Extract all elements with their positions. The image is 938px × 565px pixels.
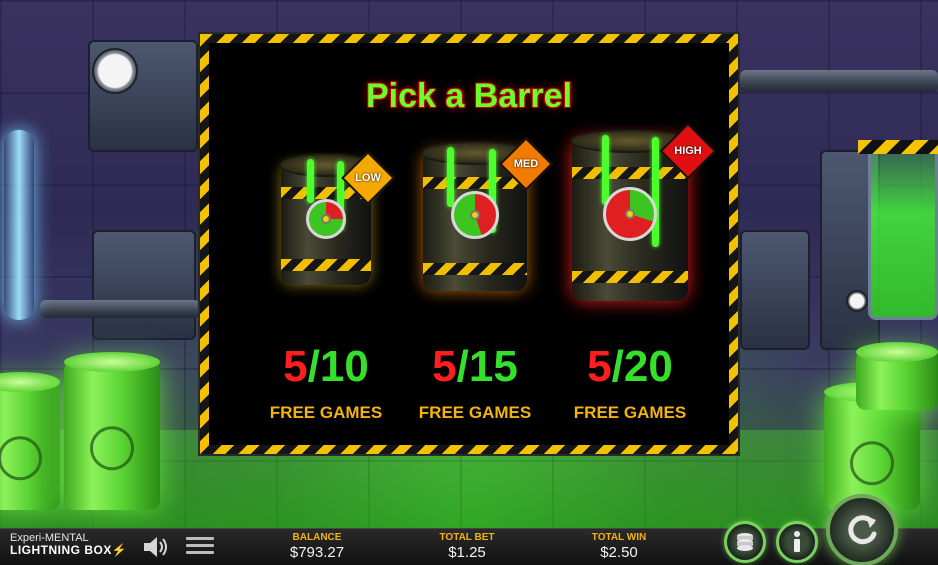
hazard-band xyxy=(572,167,688,179)
barrel-option-high[interactable]: HIGH 5/20 FREE GAMES xyxy=(545,122,717,422)
barrel-option-med[interactable]: MED 5/15 FREE GAMES xyxy=(390,137,560,422)
total-bet-value: $1.25 xyxy=(448,544,486,561)
risk-label: MED xyxy=(513,158,539,170)
pressure-gauge-icon xyxy=(92,48,138,94)
radiation-symbol-icon xyxy=(850,441,894,486)
game-logo: Experi-MENTAL LIGHTNING BOX⚡ xyxy=(10,532,127,557)
toxic-barrel xyxy=(856,342,938,410)
spin-count: 5/10 xyxy=(241,345,411,389)
slime-drip xyxy=(652,137,659,247)
balance-display: BALANCE $793.27 xyxy=(257,532,377,562)
dialog-title: Pick a Barrel xyxy=(365,77,573,115)
balance-label: BALANCE xyxy=(292,532,342,543)
spin-icon[interactable] xyxy=(826,494,898,565)
balance-value: $793.27 xyxy=(289,544,345,561)
toxic-barrel xyxy=(64,352,160,510)
tesla-coil xyxy=(4,130,34,320)
risk-dial-icon xyxy=(451,191,499,240)
spins-multiplier: 5 xyxy=(283,342,308,391)
radiation-symbol-icon xyxy=(90,426,134,471)
risk-label: LOW xyxy=(355,172,381,184)
spins-multiplier: 5 xyxy=(432,342,457,391)
coin-stack-icon[interactable] xyxy=(724,521,766,563)
spins-free-games: 15 xyxy=(468,342,518,391)
generator-machine xyxy=(92,230,196,340)
spin-count: 5/15 xyxy=(390,345,560,389)
dial-center xyxy=(321,214,331,225)
free-games-label: FREE GAMES xyxy=(269,403,383,422)
pick-barrel-dialog: Pick a Barrel LOW 5/10 FREE GAMES MED 5/… xyxy=(198,32,740,456)
free-games-label: FREE GAMES xyxy=(418,403,532,422)
hazard-stripe xyxy=(858,140,938,154)
total-win-display: TOTAL WIN $2.50 xyxy=(559,532,679,562)
slime-drip xyxy=(447,147,454,207)
console-machine xyxy=(740,230,810,350)
hazard-band xyxy=(572,271,688,283)
radiation-symbol-icon xyxy=(0,436,42,481)
risk-dial-icon xyxy=(306,199,346,240)
toxic-barrel xyxy=(0,372,60,510)
total-win-label: TOTAL WIN xyxy=(591,532,647,543)
slime-drip xyxy=(307,159,314,203)
info-icon[interactable] xyxy=(776,521,818,563)
spins-free-games: 20 xyxy=(623,342,673,391)
total-win-value: $2.50 xyxy=(600,544,638,561)
spins-separator: / xyxy=(456,342,469,391)
dial-center xyxy=(625,208,635,219)
brand-text: LIGHTNING BOX xyxy=(10,543,112,558)
risk-dial-icon xyxy=(603,186,657,241)
hazard-band xyxy=(423,263,527,275)
pipe xyxy=(40,300,200,318)
barrel-low[interactable]: LOW xyxy=(279,151,395,285)
total-bet-label: TOTAL BET xyxy=(439,532,495,543)
green-liquid-tank xyxy=(868,140,938,320)
risk-label: HIGH xyxy=(674,145,702,157)
spins-separator: / xyxy=(307,342,320,391)
hazard-band xyxy=(281,259,371,271)
dial-center xyxy=(470,210,480,221)
total-bet-display[interactable]: TOTAL BET $1.25 xyxy=(407,532,527,562)
dial-gauge-icon xyxy=(846,290,868,312)
dialog-body: Pick a Barrel LOW 5/10 FREE GAMES MED 5/… xyxy=(209,43,729,445)
barrel-option-low[interactable]: LOW 5/10 FREE GAMES xyxy=(241,139,411,422)
spin-count: 5/20 xyxy=(545,345,715,389)
slime-drip xyxy=(602,135,609,205)
brand-name: LIGHTNING BOX⚡ xyxy=(10,543,128,558)
spins-free-games: 10 xyxy=(319,342,369,391)
barrel-med[interactable]: MED xyxy=(421,137,553,291)
free-games-label: FREE GAMES xyxy=(573,403,687,422)
speaker-icon[interactable] xyxy=(142,535,170,559)
pipe xyxy=(740,70,938,92)
lightning-bolt-icon: ⚡ xyxy=(111,543,128,558)
hazard-band xyxy=(423,177,527,189)
spins-multiplier: 5 xyxy=(587,342,612,391)
spins-separator: / xyxy=(611,342,624,391)
menu-icon[interactable] xyxy=(186,537,214,559)
barrel-high[interactable]: HIGH xyxy=(570,122,717,301)
